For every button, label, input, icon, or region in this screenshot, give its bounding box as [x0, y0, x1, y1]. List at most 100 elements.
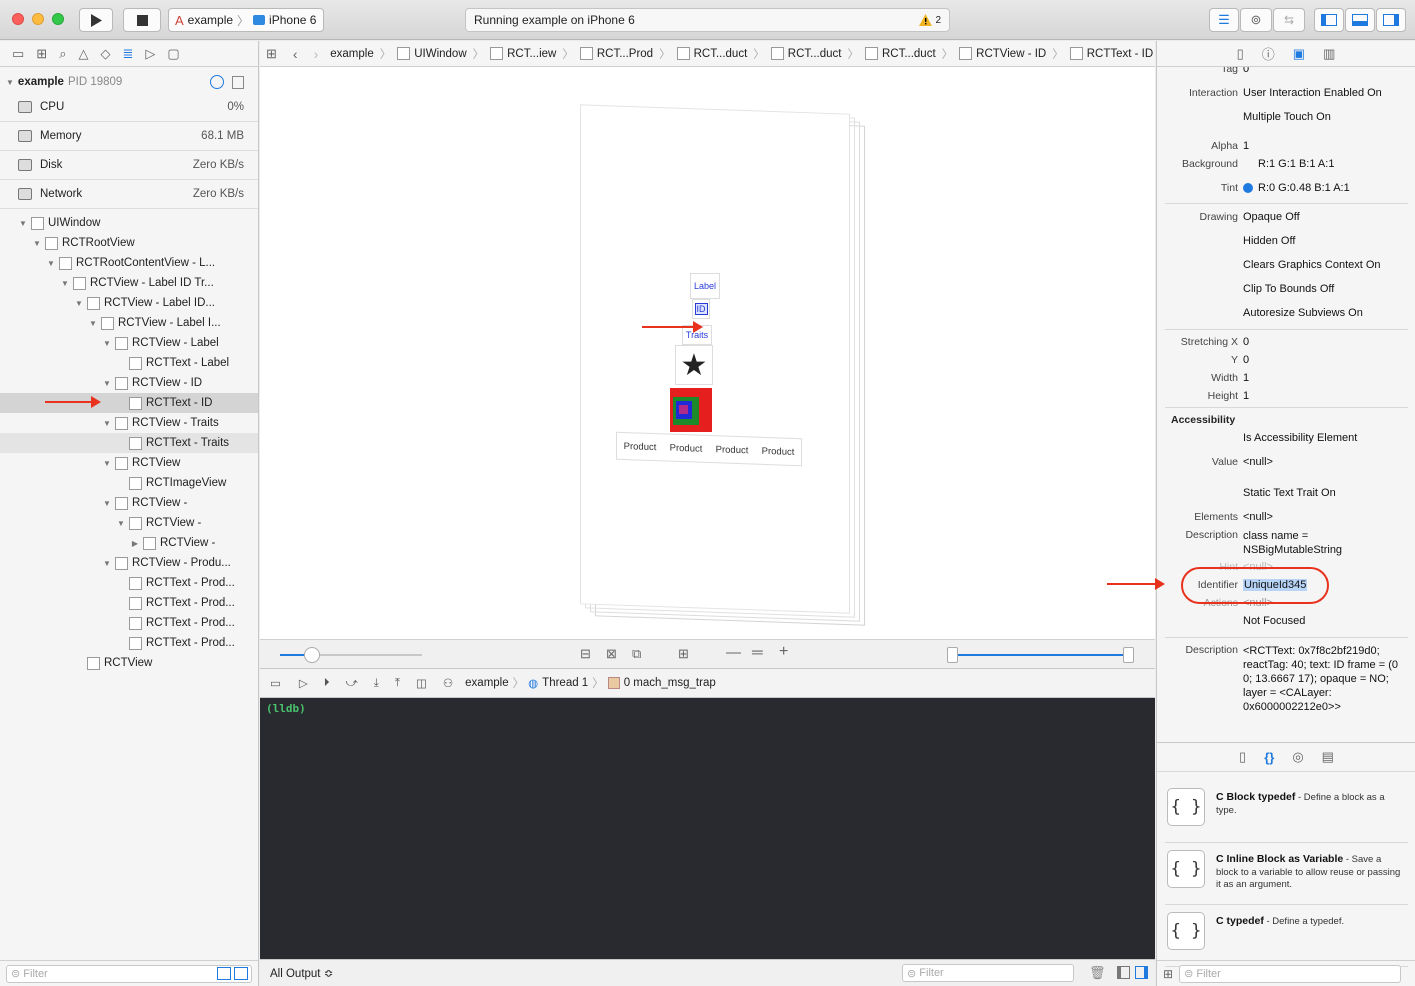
breadcrumb-item[interactable]: RCTView - ID — [955, 47, 1050, 60]
tree-item[interactable]: RCTText - Prod... — [0, 613, 258, 633]
lldb-console[interactable]: (lldb) — [260, 698, 1155, 959]
debug-frame[interactable]: 0 mach_msg_trap — [624, 677, 716, 689]
gauge-network[interactable]: Network Zero KB/s — [0, 180, 258, 209]
debug-view-hierarchy-icon[interactable]: ◫ — [408, 676, 435, 690]
search-icon[interactable]: ⌕ — [59, 46, 66, 62]
step-out-icon[interactable]: ⤒ — [387, 677, 408, 690]
code-snippet-icon[interactable]: {} — [1264, 750, 1274, 765]
report-icon[interactable]: ▢ — [167, 46, 179, 62]
tree-item[interactable]: ▼ RCTView - Label ID... — [0, 293, 258, 313]
breadcrumb-item[interactable]: RCT...duct — [767, 47, 846, 60]
step-over-icon[interactable]: ⤻ — [337, 677, 365, 690]
show-constraints-icon[interactable]: ⊠ — [606, 646, 617, 662]
snippet-item[interactable]: { } C typedef - Define a typedef. — [1165, 906, 1410, 962]
version-editor-button[interactable]: ⇆ — [1273, 8, 1305, 32]
view-debugger-icon[interactable] — [232, 75, 244, 89]
console-view-icon[interactable] — [1135, 966, 1148, 979]
console-filter-field[interactable]: ⊜ Filter — [902, 964, 1074, 982]
hierarchy-icon[interactable]: ⊞ — [36, 46, 47, 62]
gauge-memory[interactable]: Memory 68.1 MB — [0, 122, 258, 151]
media-library-icon[interactable]: ▤ — [1322, 749, 1334, 765]
scheme-selector[interactable]: A example 〉 iPhone 6 — [168, 8, 324, 32]
tree-item[interactable]: RCTText - Prod... — [0, 573, 258, 593]
canvas-purple-view[interactable] — [679, 405, 688, 414]
window-layer[interactable] — [580, 104, 850, 614]
disclosure-triangle-icon[interactable]: ▼ — [102, 459, 112, 468]
canvas-product-text[interactable]: Product — [762, 445, 795, 457]
variables-view-icon[interactable] — [1117, 966, 1130, 979]
toggle-debug-area-button[interactable] — [1345, 8, 1375, 32]
breadcrumb-item[interactable]: RCT...duct — [861, 47, 940, 60]
minimize-window-button[interactable] — [32, 13, 44, 25]
related-items-icon[interactable]: ⊞ — [260, 46, 285, 62]
step-into-icon[interactable]: ⤓ — [366, 677, 387, 690]
help-inspector-icon[interactable]: ⓘ — [1262, 44, 1275, 63]
gauge-cpu[interactable]: CPU 0% — [0, 93, 258, 122]
disclosure-triangle-icon[interactable]: ▼ — [18, 219, 28, 228]
tree-item[interactable]: ▼ RCTView - Label ID Tr... — [0, 273, 258, 293]
tree-item[interactable]: ▼ RCTView - ID — [0, 373, 258, 393]
range-slider-left-handle[interactable] — [947, 647, 958, 663]
zoom-in-icon[interactable]: + — [779, 643, 788, 661]
disclosure-triangle-icon[interactable]: ▼ — [46, 259, 56, 268]
filter-option-2-icon[interactable] — [234, 967, 248, 980]
tree-item[interactable]: ▼ UIWindow — [0, 213, 258, 233]
forward-arrow-icon[interactable]: › — [306, 46, 327, 62]
file-inspector-icon[interactable]: ▯ — [1237, 46, 1244, 62]
folder-icon[interactable]: ▭ — [12, 46, 24, 62]
process-row[interactable]: ▼ example PID 19809 — [0, 71, 258, 93]
spacing-slider-knob[interactable] — [304, 647, 320, 663]
warning-indicator[interactable]: 2 — [919, 14, 941, 26]
tree-item[interactable]: ▼ RCTView — [0, 453, 258, 473]
continue-icon[interactable]: ⏵ — [316, 677, 338, 690]
tree-item[interactable]: ▼ RCTView - — [0, 493, 258, 513]
filter-option-icon[interactable] — [217, 967, 231, 980]
disclosure-triangle-icon[interactable]: ▼ — [102, 559, 112, 568]
canvas-green-view[interactable] — [673, 397, 699, 425]
tree-item[interactable]: ▼ RCTView - — [0, 513, 258, 533]
canvas-product-text[interactable]: Product — [670, 442, 703, 454]
hide-debug-area-icon[interactable]: ▭ — [260, 676, 291, 690]
size-inspector-icon[interactable]: ▥ — [1323, 46, 1335, 62]
debug-process[interactable]: example — [461, 677, 512, 689]
disclosure-triangle-icon[interactable]: ▼ — [102, 499, 112, 508]
canvas-red-view[interactable] — [670, 388, 712, 432]
show-clipped-icon[interactable]: ⊟ — [580, 646, 591, 662]
test-icon[interactable]: ◇ — [100, 46, 110, 62]
assistant-editor-button[interactable]: ⊚ — [1240, 8, 1272, 32]
breadcrumb-item[interactable]: RCT...duct — [673, 47, 752, 60]
tree-item[interactable]: RCTText - Prod... — [0, 593, 258, 613]
range-slider-right-handle[interactable] — [1123, 647, 1134, 663]
canvas-blue-view[interactable] — [676, 401, 692, 419]
stop-button[interactable] — [123, 8, 161, 32]
toggle-navigator-button[interactable] — [1314, 8, 1344, 32]
zoom-out-icon[interactable]: — — [726, 644, 741, 661]
object-inspector-icon[interactable]: ▣ — [1293, 46, 1305, 62]
disclosure-triangle-icon[interactable]: ▼ — [74, 299, 84, 308]
range-slider[interactable] — [947, 647, 1134, 663]
canvas-product-text[interactable]: Product — [716, 444, 749, 456]
disclosure-triangle-icon[interactable]: ▼ — [32, 239, 42, 248]
tree-item[interactable]: ▼ RCTView - Produ... — [0, 553, 258, 573]
debug-navigator-icon[interactable]: ≣ — [122, 46, 133, 62]
disclosure-triangle-icon[interactable]: ▼ — [88, 319, 98, 328]
disclosure-triangle-icon[interactable]: ▼ — [102, 339, 112, 348]
disclosure-triangle-icon[interactable]: ▼ — [60, 279, 70, 288]
debug-thread[interactable]: Thread 1 — [542, 677, 592, 689]
output-selector[interactable]: All Output ≎ — [260, 966, 333, 980]
breakpoints-toggle-icon[interactable]: ▷ — [291, 676, 316, 690]
file-template-icon[interactable]: ▯ — [1239, 749, 1246, 765]
tree-item[interactable]: RCTText - Label — [0, 353, 258, 373]
canvas-image-view[interactable]: ★ — [675, 345, 713, 385]
debug-memory-graph-icon[interactable]: ⚇ — [435, 676, 461, 690]
orient-icon[interactable]: ⊞ — [678, 646, 689, 662]
tree-item[interactable]: RCTText - Traits — [0, 433, 258, 453]
canvas-product-text[interactable]: Product — [624, 441, 657, 453]
snippet-item[interactable]: { } C Block typedef - Define a block as … — [1165, 782, 1410, 838]
toggle-inspector-button[interactable] — [1376, 8, 1406, 32]
gauge-icon[interactable] — [210, 75, 224, 89]
actual-size-icon[interactable]: ═ — [752, 644, 763, 661]
tree-item[interactable]: ▶ RCTView - — [0, 533, 258, 553]
gauge-disk[interactable]: Disk Zero KB/s — [0, 151, 258, 180]
tree-item[interactable]: ▼ RCTRootView — [0, 233, 258, 253]
